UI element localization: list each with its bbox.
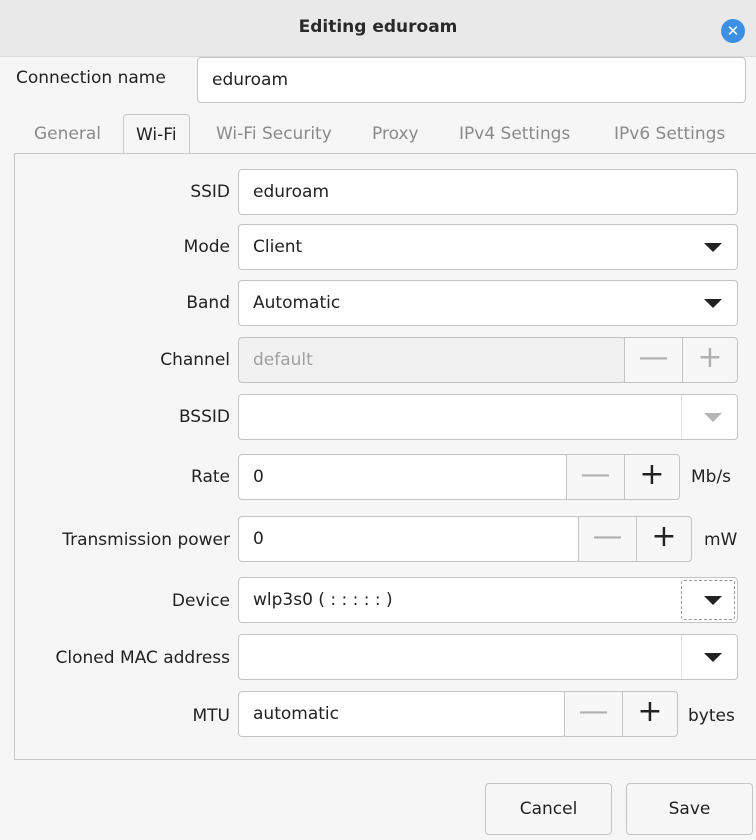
channel-input[interactable]: default [238, 337, 626, 383]
chevron-down-icon [704, 243, 722, 252]
band-label: Band [186, 293, 230, 313]
rate-label: Rate [191, 467, 230, 487]
mode-value: Client [253, 237, 303, 257]
title-bar: Editing eduroam ✕ [0, 0, 756, 57]
channel-increment-button[interactable]: + [682, 337, 738, 383]
transmission-power-increment-button[interactable]: + [636, 516, 692, 562]
device-value: wlp3s0 ( : : : : : ) [253, 590, 393, 610]
transmission-power-label: Transmission power [62, 530, 230, 550]
mtu-input[interactable]: automatic [238, 691, 566, 737]
connection-name-label: Connection name [16, 68, 166, 88]
chevron-down-icon [704, 299, 722, 308]
transmission-power-unit: mW [704, 530, 738, 550]
cloned-mac-address-select[interactable] [238, 634, 738, 680]
chevron-down-icon [704, 413, 722, 422]
rate-unit: Mb/s [691, 467, 732, 487]
combo-divider [681, 395, 682, 439]
mtu-increment-button[interactable]: + [622, 691, 678, 737]
rate-input[interactable]: 0 [238, 454, 568, 500]
band-value: Automatic [253, 293, 341, 313]
ssid-label: SSID [190, 182, 230, 202]
tab-ipv6-settings[interactable]: IPv6 Settings [614, 114, 725, 154]
close-icon[interactable]: ✕ [721, 19, 745, 43]
rate-decrement-button[interactable]: — [566, 454, 624, 500]
tab-ipv4-settings[interactable]: IPv4 Settings [459, 114, 570, 154]
transmission-power-decrement-button[interactable]: — [578, 516, 636, 562]
mode-label: Mode [183, 237, 230, 257]
tab-wifi-security[interactable]: Wi-Fi Security [216, 114, 332, 154]
tab-proxy[interactable]: Proxy [372, 114, 419, 154]
rate-increment-button[interactable]: + [624, 454, 680, 500]
transmission-power-input[interactable]: 0 [238, 516, 580, 562]
chevron-down-icon [704, 653, 722, 662]
channel-label: Channel [160, 350, 230, 370]
chevron-down-icon [704, 596, 722, 605]
tab-wifi[interactable]: Wi-Fi [123, 114, 190, 154]
combo-divider [681, 635, 682, 679]
mtu-label: MTU [192, 706, 231, 726]
save-button[interactable]: Save [626, 783, 753, 835]
device-label: Device [171, 591, 230, 611]
bssid-select[interactable] [238, 394, 738, 440]
mtu-decrement-button[interactable]: — [564, 691, 622, 737]
connection-name-input[interactable]: eduroam [197, 57, 746, 103]
tab-general[interactable]: General [34, 114, 101, 154]
mtu-unit: bytes [688, 706, 735, 726]
channel-decrement-button[interactable]: — [624, 337, 682, 383]
mode-select[interactable]: Client [238, 224, 738, 270]
window-title: Editing eduroam [298, 17, 458, 37]
bssid-label: BSSID [178, 407, 230, 427]
device-select[interactable]: wlp3s0 ( : : : : : ) [238, 577, 738, 623]
ssid-input[interactable]: eduroam [238, 169, 738, 215]
cloned-mac-address-label: Cloned MAC address [55, 648, 230, 668]
band-select[interactable]: Automatic [238, 280, 738, 326]
cancel-button[interactable]: Cancel [485, 783, 612, 835]
